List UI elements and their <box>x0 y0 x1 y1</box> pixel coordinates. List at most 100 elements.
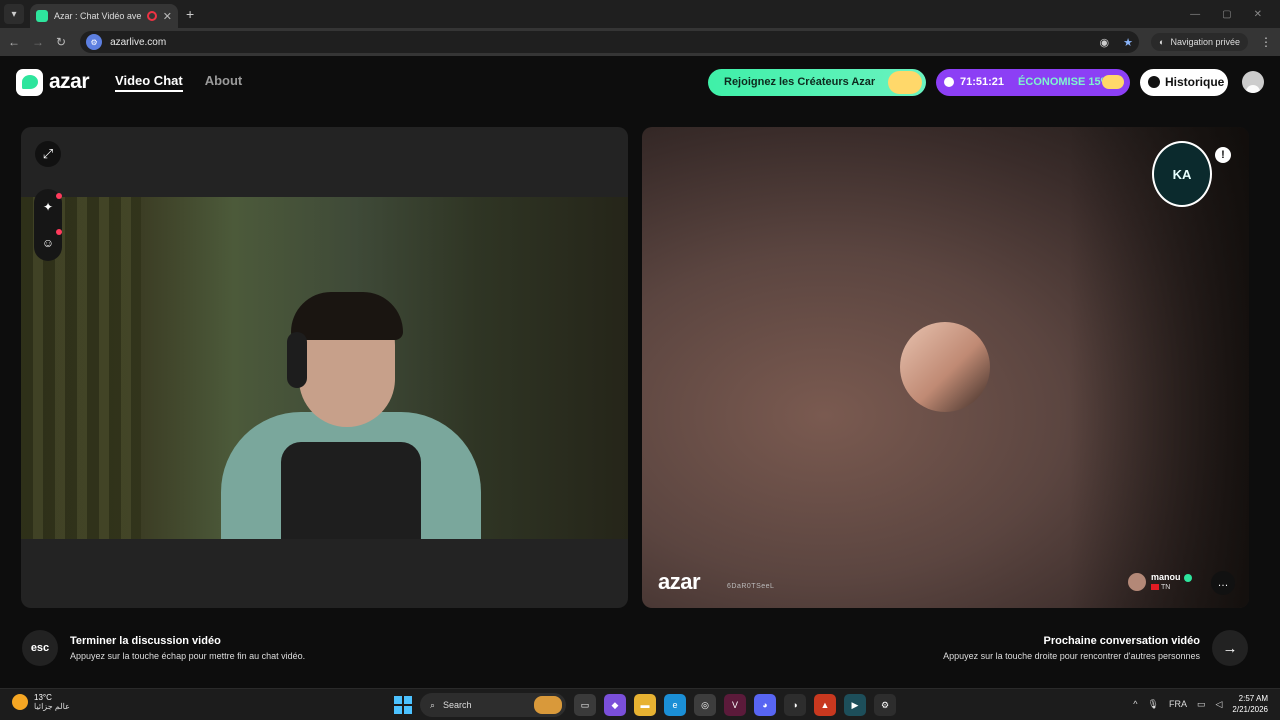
private-browsing-badge[interactable]: ◐ Navigation privée <box>1151 33 1248 51</box>
private-label: Navigation privée <box>1170 37 1240 47</box>
partner-thumb <box>1128 572 1146 591</box>
brave-icon[interactable]: ▲ <box>814 694 836 716</box>
creators-illustration-icon <box>888 70 922 94</box>
nav-video-chat[interactable]: Video Chat <box>115 73 183 92</box>
promo-label: ÉCONOMISE 15% <box>1018 76 1111 88</box>
close-tab-icon[interactable]: ✕ <box>163 10 172 23</box>
self-person-image <box>221 292 481 539</box>
azar-logo[interactable]: azar <box>16 68 90 96</box>
azar-logo-icon <box>16 68 43 96</box>
clock-icon <box>944 77 954 87</box>
app-gear-icon[interactable]: ⚙ <box>874 694 896 716</box>
tray-chevron-icon[interactable]: ^ <box>1133 699 1137 709</box>
tab-title: Azar : Chat Vidéo avec de <box>54 11 141 21</box>
search-icon: ⌕ <box>430 699 436 710</box>
windows-taskbar: 13°C عالم جزائيا ⌕ Search ▭ ◆ ▬ e ◎ V ◕ … <box>0 688 1280 720</box>
url-field[interactable]: ⚙ azarlive.com ◉ ★ <box>80 31 1140 53</box>
browser-menu-icon[interactable]: ⋮ <box>1260 35 1272 49</box>
coins-illustration-icon <box>1102 74 1124 89</box>
close-window-button[interactable]: ✕ <box>1254 9 1262 20</box>
app-arrow-icon[interactable]: ▶ <box>844 694 866 716</box>
search-placeholder: Search <box>443 700 472 710</box>
language-indicator[interactable]: FRA <box>1169 699 1187 709</box>
network-icon[interactable]: ▭ <box>1197 699 1206 710</box>
next-arrow-icon[interactable]: → <box>1212 630 1248 666</box>
azar-favicon-icon <box>36 10 48 22</box>
tray-time: 2:57 AM <box>1238 694 1268 703</box>
next-chat-title: Prochaine conversation vidéo <box>1043 635 1201 647</box>
back-button[interactable]: ← <box>8 35 20 49</box>
report-icon[interactable]: ! <box>1215 147 1231 163</box>
self-camera-feed <box>21 197 628 539</box>
new-tab-button[interactable]: + <box>186 6 194 22</box>
history-icon <box>1148 76 1160 88</box>
creators-label: Rejoignez les Créateurs Azar <box>724 76 876 88</box>
nav-about[interactable]: About <box>205 73 243 92</box>
history-button[interactable]: Historique <box>1140 68 1228 96</box>
verified-icon <box>1183 573 1192 582</box>
streamer-badge: KA <box>1152 141 1212 207</box>
app-v-icon[interactable]: V <box>724 694 746 716</box>
browser-tabbar: ▾ Azar : Chat Vidéo avec de ✕ + — ▢ ✕ <box>0 0 1280 28</box>
forward-button[interactable]: → <box>32 35 44 49</box>
self-video-panel: ⤢ ✦ ☺ <box>21 127 628 608</box>
eye-off-icon[interactable]: ◉ <box>1100 36 1110 49</box>
reload-button[interactable]: ↻ <box>56 35 66 49</box>
watermark-id: 6DaR0TSeeL <box>727 583 775 590</box>
taskbar-search[interactable]: ⌕ Search <box>420 693 566 717</box>
partner-video-panel: KA ! azar 6DaR0TSeeL manou TN … <box>642 127 1249 608</box>
creators-button[interactable]: Rejoignez les Créateurs Azar <box>708 68 926 96</box>
url-text: azarlive.com <box>110 36 167 48</box>
tab-search-button[interactable]: ▾ <box>4 4 24 24</box>
search-highlight-icon <box>534 696 562 714</box>
window-controls: — ▢ ✕ <box>1190 9 1262 20</box>
end-chat-subtitle: Appuyez sur la touche échap pour mettre … <box>70 651 306 661</box>
partner-name: manou <box>1151 572 1181 582</box>
edge-icon[interactable]: e <box>664 694 686 716</box>
tray-clock[interactable]: 2:57 AM 2/21/2026 <box>1232 693 1268 715</box>
chrome-icon[interactable]: ◎ <box>694 694 716 716</box>
face-icon[interactable]: ☺ <box>38 229 62 253</box>
tray-date: 2/21/2026 <box>1232 705 1268 714</box>
recording-icon <box>146 11 157 21</box>
task-view-icon[interactable]: ▭ <box>574 694 596 716</box>
address-bar: ← → ↻ ⚙ azarlive.com ◉ ★ ◐ Navigation pr… <box>0 28 1280 56</box>
weather-widget[interactable]: 13°C عالم جزائيا <box>12 693 70 711</box>
profile-avatar-icon[interactable] <box>1242 71 1264 93</box>
start-icon[interactable] <box>394 696 412 714</box>
browser-tab[interactable]: Azar : Chat Vidéo avec de ✕ <box>30 4 178 28</box>
app-circle-icon[interactable]: ◑ <box>784 694 806 716</box>
partner-info[interactable]: manou TN <box>1128 572 1192 591</box>
promo-timer: 71:51:21 <box>960 76 1005 88</box>
next-chat-subtitle: Appuyez sur la touche droite pour rencon… <box>943 651 1200 661</box>
partner-country: TN <box>1161 584 1171 591</box>
maximize-button[interactable]: ▢ <box>1222 9 1231 20</box>
chat-bubble-icon[interactable]: … <box>1211 571 1235 595</box>
site-info-icon[interactable]: ⚙ <box>86 34 103 50</box>
volume-icon[interactable]: ◁ <box>1215 699 1222 710</box>
weather-location: عالم جزائيا <box>34 702 70 711</box>
esc-button[interactable]: esc <box>22 630 58 666</box>
copilot-icon[interactable]: ◆ <box>604 694 626 716</box>
microphone-icon[interactable]: 🎙 <box>1148 699 1159 710</box>
discord-icon[interactable]: ◕ <box>754 694 776 716</box>
magic-wand-icon[interactable]: ✦ <box>38 193 62 217</box>
minimize-button[interactable]: — <box>1190 9 1200 20</box>
incognito-icon: ◐ <box>1159 37 1165 47</box>
promo-timer-button[interactable]: 71:51:21 ÉCONOMISE 15% <box>936 68 1130 96</box>
flag-icon <box>1151 584 1159 591</box>
weather-icon <box>12 694 28 710</box>
file-explorer-icon[interactable]: ▬ <box>634 694 656 716</box>
end-chat-hint: esc Terminer la discussion vidéo Appuyez… <box>22 630 305 666</box>
filter-tools: ✦ ☺ <box>34 189 62 261</box>
partner-avatar <box>900 322 990 412</box>
expand-icon[interactable]: ⤢ <box>35 141 61 167</box>
azar-watermark: azar <box>658 569 701 594</box>
temperature: 13°C <box>34 693 52 702</box>
history-label: Historique <box>1165 75 1225 89</box>
main-nav: Video Chat About <box>115 73 242 92</box>
system-tray: ^ 🎙 FRA ▭ ◁ 2:57 AM 2/21/2026 <box>1133 693 1268 715</box>
bookmark-star-icon[interactable]: ★ <box>1123 36 1133 49</box>
end-chat-title: Terminer la discussion vidéo <box>70 635 221 647</box>
site-header: azar Video Chat About Rejoignez les Créa… <box>0 56 1280 108</box>
